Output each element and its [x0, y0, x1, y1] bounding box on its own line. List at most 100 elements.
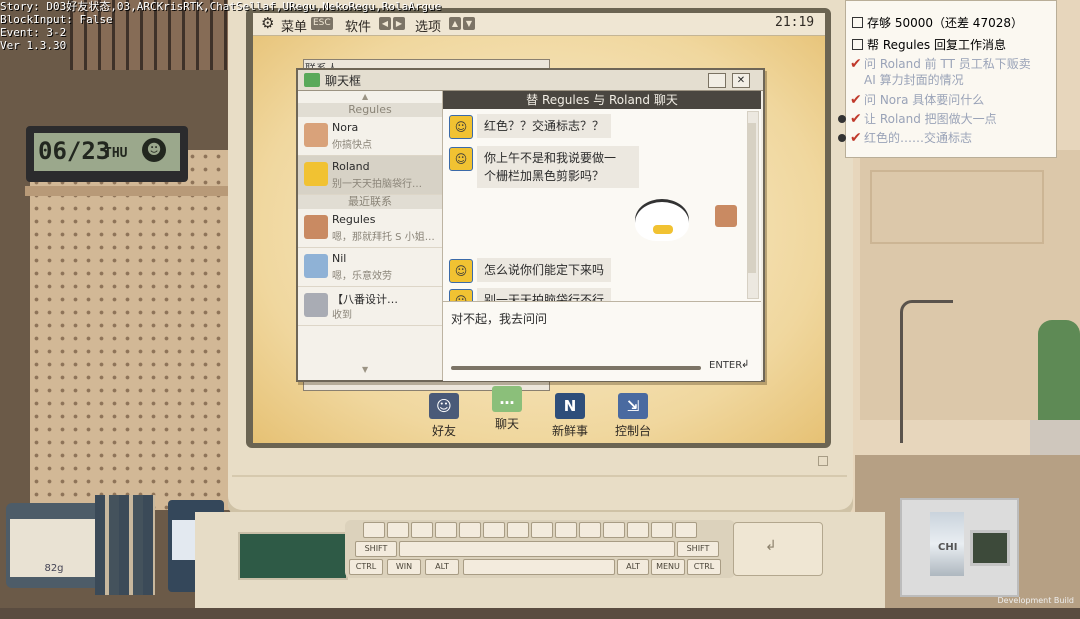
debug-line: Event: 3-2 — [0, 26, 67, 39]
contact-nora[interactable]: Nora 你搞快点 — [298, 117, 442, 156]
key[interactable] — [483, 522, 505, 538]
avatar — [304, 123, 328, 147]
scroll-up-icon[interactable]: ▲ — [362, 92, 368, 101]
app-friends[interactable]: ☺ 好友 — [414, 393, 474, 439]
chat-area: 替 Regules 与 Roland 聊天 ☺ 红色？？交通标志？？ ☺ 你上午… — [443, 91, 761, 381]
chat-scroll-thumb[interactable] — [748, 123, 756, 273]
contact-last-message: 嗯，乐意效劳 — [332, 271, 392, 282]
task-text: 红色的……交通标志 — [864, 131, 973, 145]
app-console[interactable]: ⇲ 控制台 — [603, 393, 663, 439]
typing-progress-bar — [451, 366, 701, 370]
app-label: 新鲜事 — [551, 424, 588, 438]
monitor-base-panel — [232, 475, 847, 517]
regules-avatar-icon — [715, 205, 737, 227]
alt-left-key[interactable]: ALT — [425, 559, 459, 575]
arrow-down-icon[interactable]: ▼ — [463, 17, 475, 30]
ctrl-right-key[interactable]: CTRL — [687, 559, 721, 575]
chat-message: 怎么说你们能定下来吗 — [477, 258, 612, 282]
taskbar-clock: 21:19 — [775, 15, 815, 30]
chat-titlebar[interactable]: 聊天框 ✕ — [298, 70, 763, 91]
key[interactable] — [459, 522, 481, 538]
chat-app-icon — [304, 73, 320, 87]
cabinet-door — [870, 170, 1044, 244]
key[interactable] — [555, 522, 577, 538]
contact-last-message: 收到 — [332, 310, 352, 321]
contact-nil[interactable]: Nil 嗯，乐意效劳 — [298, 248, 442, 287]
menu-key[interactable]: MENU — [651, 559, 685, 575]
task-item: ✔ 让 Roland 把图做大一点 — [838, 111, 1050, 127]
avatar — [304, 162, 328, 186]
key[interactable] — [411, 522, 433, 538]
enter-key-pad[interactable] — [733, 522, 823, 576]
checkbox-icon — [852, 39, 863, 50]
contact-name: Roland — [332, 160, 370, 173]
key[interactable] — [387, 522, 409, 538]
win-key[interactable]: WIN — [387, 559, 421, 575]
key[interactable] — [603, 522, 625, 538]
message-input-text: 对不起，我去问问 — [451, 312, 548, 326]
contact-last-message: 别一天天拍脑袋行… — [332, 179, 422, 190]
task-text: 问 Roland 前 TT 员工私下贩卖 AI 算力封面的情况 — [864, 57, 1031, 87]
roland-avatar-icon: ☺ — [449, 259, 473, 283]
contact-name: Nora — [332, 121, 359, 134]
pin-icon — [838, 115, 846, 123]
app-label: 控制台 — [614, 424, 651, 438]
chat-window[interactable]: 聊天框 ✕ ▲ Regules Nora 你搞快点 Roland 别一天天拍脑袋… — [296, 68, 765, 382]
shift-right-key[interactable]: SHIFT — [677, 541, 719, 557]
message-input[interactable]: 对不起，我去问问 ENTER ↲ — [443, 301, 761, 381]
contact-regules[interactable]: Regules 嗯，那就拜托 S 小姐… — [298, 209, 442, 248]
key[interactable] — [507, 522, 529, 538]
shift-left-key[interactable]: SHIFT — [355, 541, 397, 557]
space-key[interactable] — [463, 559, 615, 575]
app-news[interactable]: N 新鲜事 — [540, 393, 600, 439]
keyboard: SHIFT SHIFT CTRL WIN ALT ALT MENU CTRL — [345, 520, 735, 578]
cd-player-label: CHI — [938, 542, 958, 553]
middle-key-row[interactable] — [399, 541, 675, 557]
task-text: 问 Nora 具体要问什么 — [864, 93, 985, 107]
alt-right-key[interactable]: ALT — [617, 559, 649, 575]
news-icon: N — [555, 393, 585, 419]
checkmark-icon: ✔ — [850, 130, 862, 146]
smiley-icon: ☻ — [142, 138, 166, 162]
sticker-beak — [653, 225, 673, 234]
avatar — [304, 254, 328, 278]
return-icon: ↲ — [741, 359, 750, 370]
contact-roland[interactable]: Roland 别一天天拍脑袋行… — [298, 156, 442, 195]
desk-clock-day: THU — [104, 146, 128, 161]
app-label: 聊天 — [494, 417, 519, 431]
key[interactable] — [531, 522, 553, 538]
debug-line: Story: D03好友状态,03,ARCKrisRTK,ChatSellaf,… — [0, 0, 442, 13]
panda-sticker — [635, 199, 689, 241]
close-button[interactable]: ✕ — [732, 73, 750, 88]
key[interactable] — [435, 522, 457, 538]
contacts-header: Regules — [298, 103, 442, 117]
arrow-up-icon[interactable]: ▲ — [449, 17, 461, 30]
contact-design-group[interactable]: 【八番设计… 收到 — [298, 287, 442, 326]
app-chat[interactable]: … 聊天 — [477, 386, 537, 432]
task-item: ✔ 问 Roland 前 TT 员工私下贩卖 AI 算力封面的情况 — [850, 56, 1050, 88]
checkmark-icon: ✔ — [850, 92, 862, 108]
key[interactable] — [651, 522, 673, 538]
scroll-down-icon[interactable]: ▼ — [362, 365, 368, 374]
pin-icon — [838, 134, 846, 142]
ctrl-left-key[interactable]: CTRL — [349, 559, 383, 575]
key[interactable] — [363, 522, 385, 538]
key[interactable] — [675, 522, 697, 538]
task-item: ✔ 红色的……交通标志 — [838, 130, 1050, 146]
checkmark-icon: ✔ — [850, 111, 862, 127]
contact-list: ▲ Regules Nora 你搞快点 Roland 别一天天拍脑袋行… 最近联… — [298, 91, 443, 380]
key[interactable] — [627, 522, 649, 538]
chat-icon: … — [492, 386, 522, 412]
chat-window-title: 聊天框 — [325, 74, 362, 88]
debug-line: BlockInput: False — [0, 13, 113, 26]
build-label: Development Build — [997, 596, 1074, 605]
trackpad[interactable] — [238, 532, 348, 580]
task-item: 存够 50000（还差 47028） — [852, 15, 1050, 31]
roland-avatar-icon: ☺ — [449, 115, 473, 139]
key[interactable] — [579, 522, 601, 538]
contact-name: 【八番设计… — [332, 293, 398, 306]
enter-button[interactable]: ENTER — [709, 360, 742, 371]
minimize-button[interactable] — [708, 73, 726, 88]
debug-line: Ver 1.3.30 — [0, 39, 67, 52]
roland-avatar-icon: ☺ — [449, 147, 473, 171]
